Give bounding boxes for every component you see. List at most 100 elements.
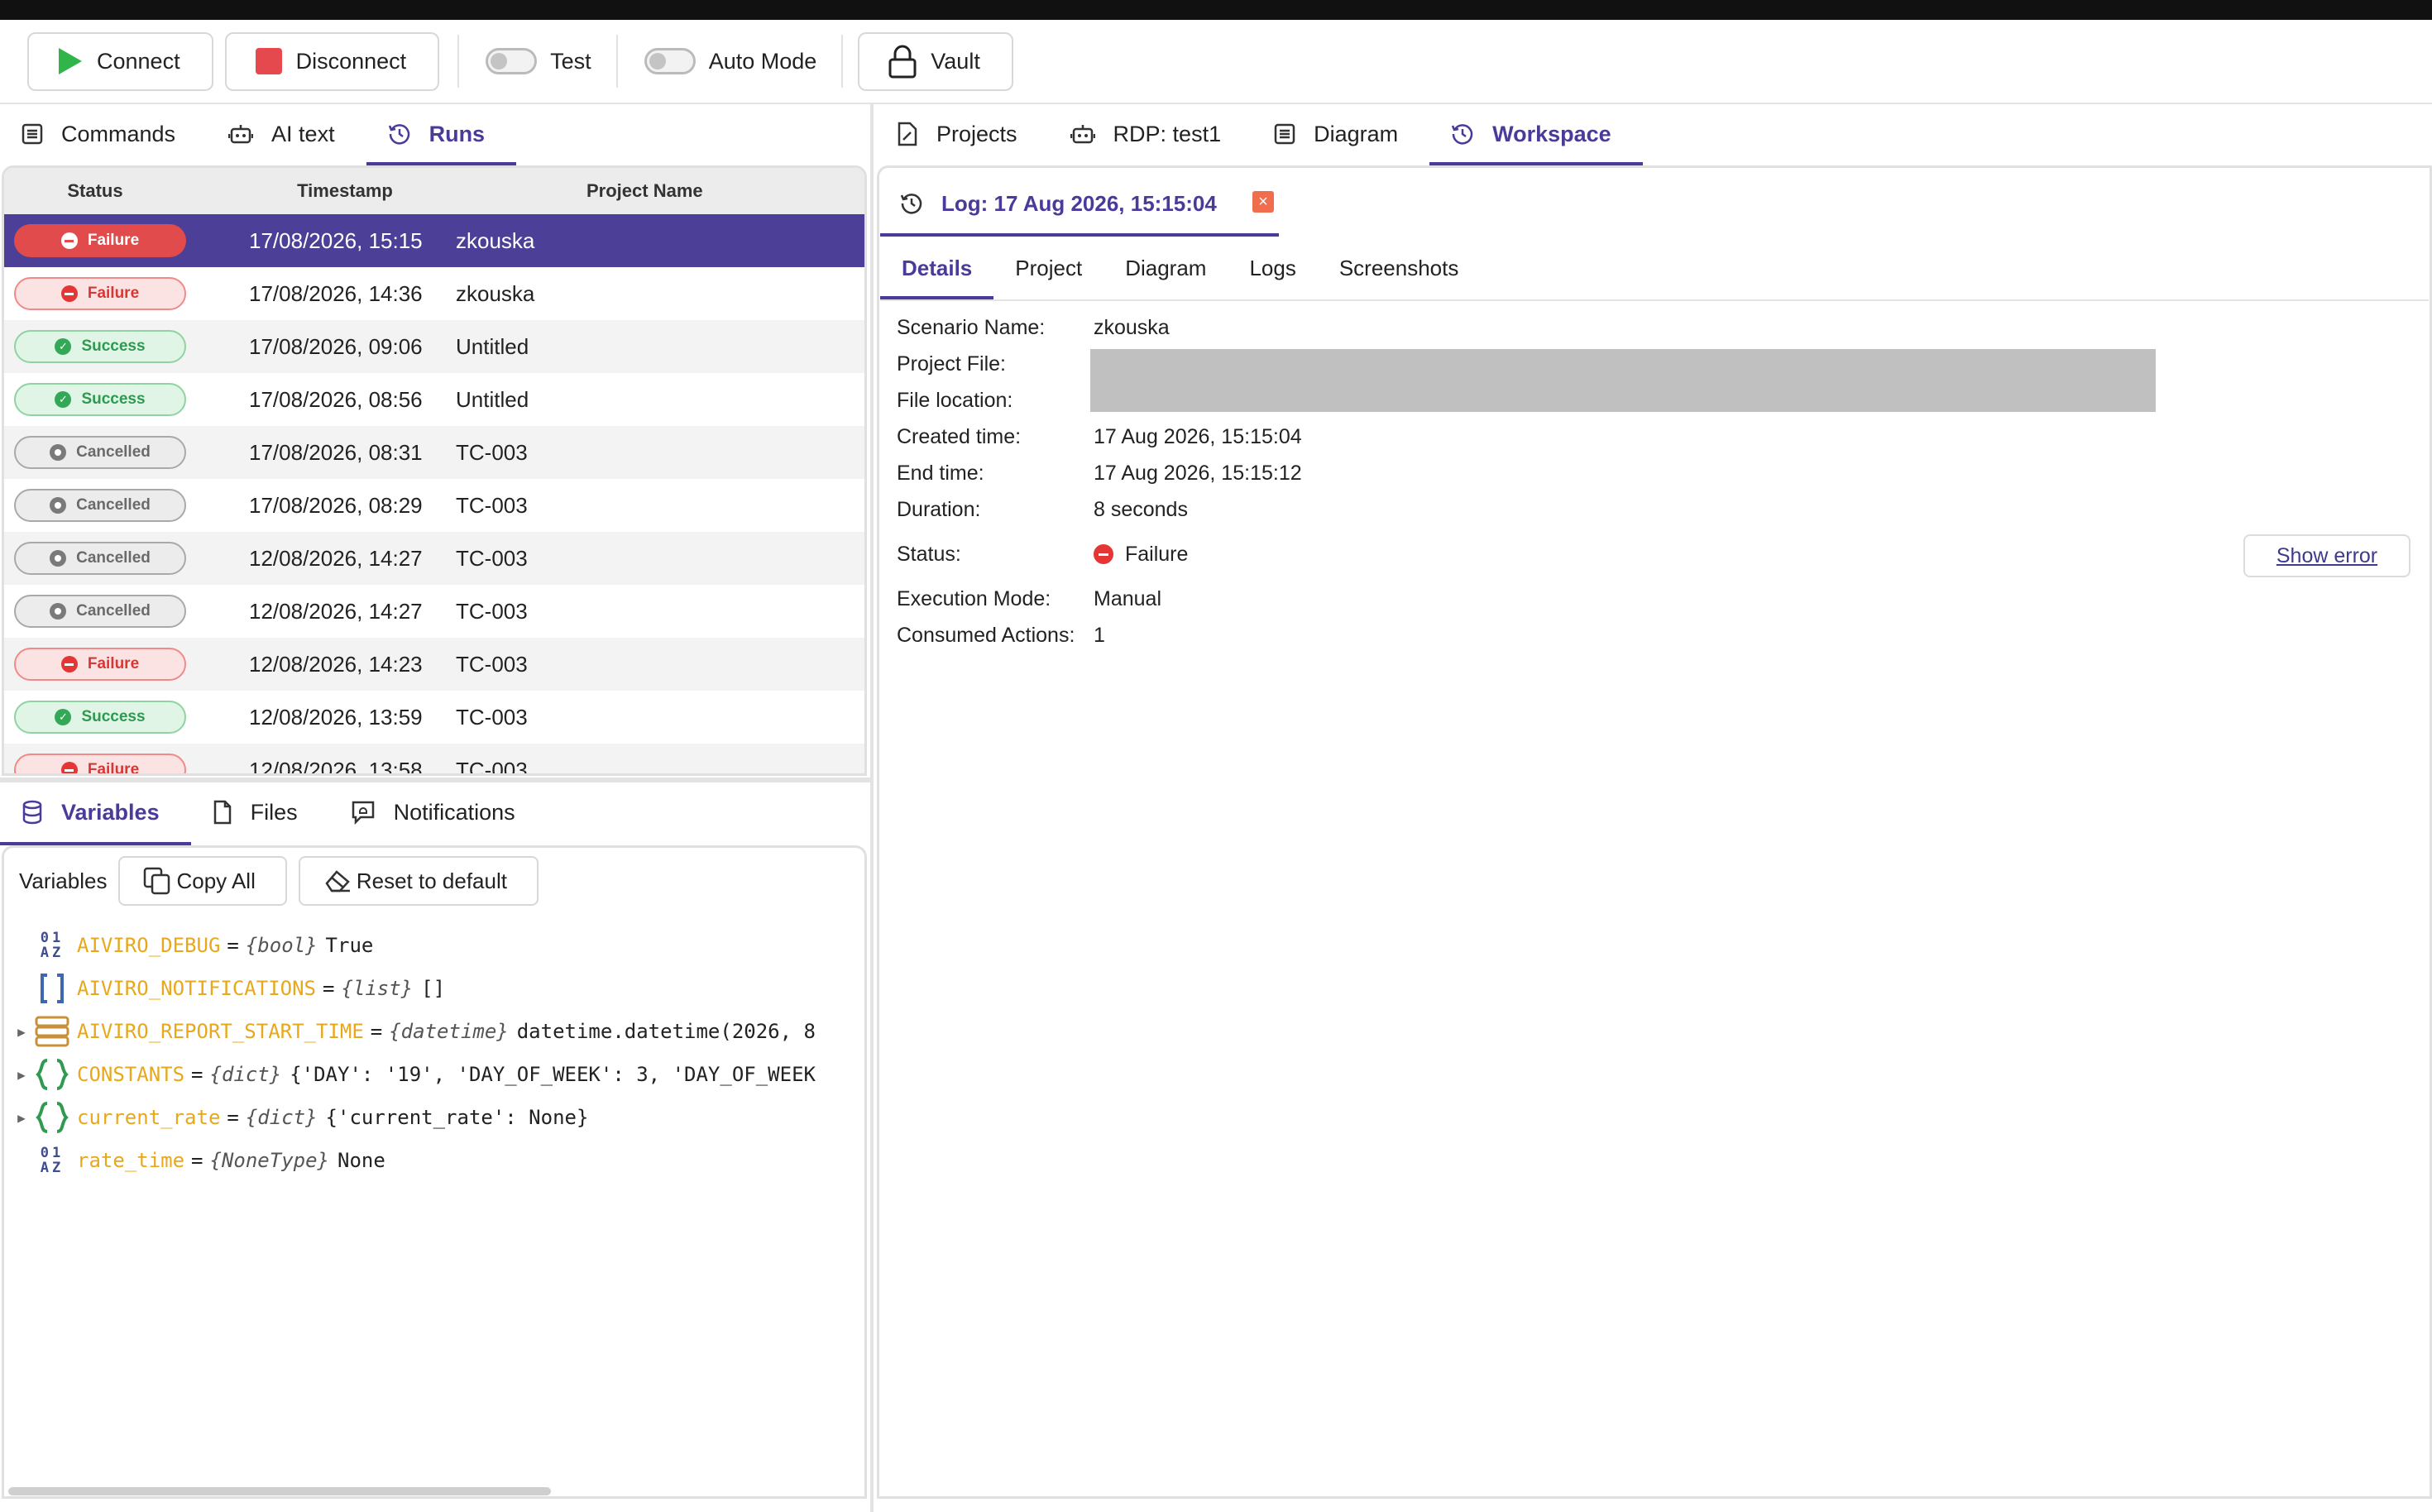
variable-row[interactable]: ▶ current_rate = {dict} {'current_rate': Non…	[4, 1096, 864, 1139]
status-cell: ✓ Success	[4, 701, 249, 734]
expand-arrow-icon[interactable]: ▶	[4, 1024, 32, 1040]
auto-mode-toggle[interactable]: Auto Mode	[633, 48, 835, 74]
table-row[interactable]: Failure 17/08/2026, 15:15 zkouska	[4, 214, 864, 267]
detail-label: Created time:	[897, 424, 1022, 448]
tab-projects[interactable]: Projects	[875, 106, 1049, 165]
variable-value: {'current_rate': None}	[325, 1106, 589, 1129]
table-row[interactable]: Cancelled 17/08/2026, 08:29 TC-003	[4, 479, 864, 532]
project-name-cell: Untitled	[456, 333, 529, 359]
timestamp-cell: 12/08/2026, 13:58	[249, 757, 423, 776]
detail-label: Status:	[897, 542, 961, 566]
subtab-diagram[interactable]: Diagram	[1103, 240, 1228, 299]
variable-row[interactable]: 01 AZ AIVIRO_DEBUG = {bool} True	[4, 924, 864, 967]
tab-variables-label: Variables	[61, 799, 160, 825]
tab-files[interactable]: Files	[191, 782, 329, 845]
table-row[interactable]: ✓ Success 17/08/2026, 08:56 Untitled	[4, 373, 864, 426]
toolbar-divider	[615, 35, 618, 88]
show-error-button[interactable]: Show error	[2243, 534, 2410, 577]
detail-created-time: Created time: 17 Aug 2026, 15:15:04	[897, 419, 1302, 455]
test-label: Test	[550, 48, 591, 74]
variable-name: rate_time	[77, 1149, 185, 1172]
test-toggle[interactable]: Test	[474, 48, 610, 74]
status-text: Failure	[87, 285, 140, 302]
log-tab[interactable]: Log: 17 Aug 2026, 15:15:04	[880, 174, 1279, 237]
variable-type: {dict}	[209, 1063, 282, 1086]
detail-duration: Duration: 8 seconds	[897, 491, 1302, 528]
detail-label: Execution Mode:	[897, 586, 1051, 610]
variables-toolbar: Variables Copy All Reset to default	[19, 856, 539, 906]
binary-icon: 01 AZ	[40, 930, 65, 961]
table-row[interactable]: ✓ Success 17/08/2026, 09:06 Untitled	[4, 320, 864, 373]
equals-sign: =	[227, 1106, 239, 1129]
tab-rdp-label: RDP: test1	[1113, 121, 1222, 146]
reset-to-default-button[interactable]: Reset to default	[298, 856, 539, 906]
copy-all-button[interactable]: Copy All	[118, 856, 287, 906]
detail-label: File location:	[897, 388, 1013, 412]
project-name-cell: Untitled	[456, 386, 529, 412]
table-row[interactable]: Failure 17/08/2026, 14:36 zkouska	[4, 267, 864, 320]
tab-variables[interactable]: Variables	[0, 782, 191, 845]
variable-row[interactable]: 01 AZ rate_time = {NoneType} None	[4, 1139, 864, 1182]
status-cell: Failure	[4, 224, 249, 257]
log-tab-title: Log: 17 Aug 2026, 15:15:04	[941, 190, 1217, 216]
tab-files-label: Files	[250, 799, 298, 825]
database-icon	[22, 800, 43, 825]
subtab-screenshots[interactable]: Screenshots	[1318, 240, 1481, 299]
test-switch[interactable]	[486, 48, 538, 74]
check-icon: ✓	[55, 338, 72, 355]
timestamp-cell: 12/08/2026, 14:23	[249, 651, 423, 677]
close-log-tab-icon[interactable]: ×	[1252, 191, 1274, 213]
connect-button[interactable]: Connect	[27, 31, 213, 91]
project-name-cell: TC-003	[456, 598, 528, 624]
status-cell: Cancelled	[4, 489, 249, 522]
detail-end-time: End time: 17 Aug 2026, 15:15:12	[897, 455, 1302, 491]
expand-arrow-icon[interactable]: ▶	[4, 1067, 32, 1083]
subtab-details[interactable]: Details	[880, 240, 994, 299]
column-status[interactable]: Status	[4, 180, 186, 202]
horizontal-scrollbar[interactable]	[8, 1487, 551, 1495]
status-badge: ✓ Success	[14, 383, 186, 416]
auto-mode-switch[interactable]	[644, 48, 696, 74]
tab-commands[interactable]: Commands	[0, 106, 207, 165]
table-row[interactable]: ✓ Success 12/08/2026, 13:59 TC-003	[4, 691, 864, 744]
project-file-icon	[897, 122, 918, 146]
table-row[interactable]: Failure 12/08/2026, 14:23 TC-003	[4, 638, 864, 691]
status-text: Success	[81, 337, 146, 355]
tab-notifications-label: Notifications	[393, 799, 515, 825]
failure-icon	[60, 656, 78, 672]
equals-sign: =	[322, 977, 335, 1000]
tab-ai-text[interactable]: AI text	[207, 106, 366, 165]
tab-diagram[interactable]: Diagram	[1252, 106, 1429, 165]
list-box-icon	[1274, 123, 1295, 145]
tab-workspace[interactable]: Workspace	[1429, 106, 1643, 165]
tab-rdp[interactable]: RDP: test1	[1049, 106, 1253, 165]
column-timestamp[interactable]: Timestamp	[262, 180, 428, 202]
table-row[interactable]: Cancelled 17/08/2026, 08:31 TC-003	[4, 426, 864, 479]
status-cell: ✓ Success	[4, 330, 249, 363]
variable-row[interactable]: ▶ AIVIRO_REPORT_START_TIME = {datetime} date…	[4, 1010, 864, 1053]
vault-button[interactable]: Vault	[858, 31, 1013, 91]
variable-name: CONSTANTS	[77, 1063, 185, 1086]
detail-execution-mode: Execution Mode: Manual	[897, 581, 1302, 617]
table-row[interactable]: Failure 12/08/2026, 13:58 TC-003	[4, 744, 864, 776]
detail-status: Status: Failure	[897, 528, 1302, 581]
reset-to-default-label: Reset to default	[356, 868, 507, 893]
variable-row[interactable]: AIVIRO_NOTIFICATIONS = {list} []	[4, 967, 864, 1010]
status-badge: ✓ Success	[14, 701, 186, 734]
status-text: Cancelled	[76, 549, 151, 567]
subtab-project[interactable]: Project	[993, 240, 1103, 299]
failure-icon	[60, 762, 78, 773]
vertical-splitter[interactable]	[870, 104, 874, 1512]
table-row[interactable]: Cancelled 12/08/2026, 14:27 TC-003	[4, 585, 864, 638]
disconnect-button[interactable]: Disconnect	[224, 31, 440, 91]
equals-sign: =	[191, 1063, 203, 1086]
column-project-name[interactable]: Project Name	[586, 180, 703, 202]
tab-runs[interactable]: Runs	[366, 106, 517, 165]
failure-icon	[60, 285, 78, 302]
tab-notifications[interactable]: Notifications	[329, 782, 547, 845]
subtab-logs[interactable]: Logs	[1228, 240, 1317, 299]
bottom-tabs: Variables Files Notifications	[0, 782, 547, 845]
table-row[interactable]: Cancelled 12/08/2026, 14:27 TC-003	[4, 532, 864, 585]
variable-row[interactable]: ▶ CONSTANTS = {dict} {'DAY': '19', 'DAY_OF_W…	[4, 1053, 864, 1096]
expand-arrow-icon[interactable]: ▶	[4, 1110, 32, 1126]
